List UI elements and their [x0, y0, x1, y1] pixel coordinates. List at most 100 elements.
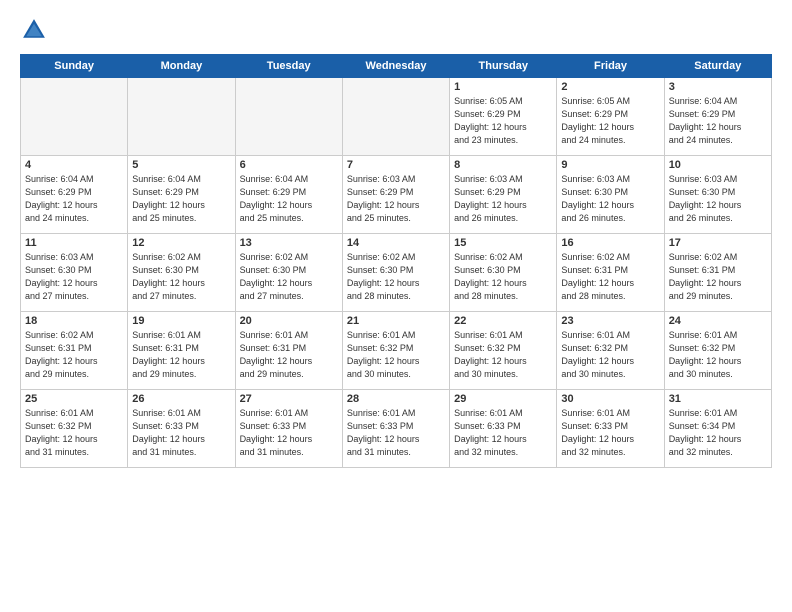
day-number: 15 [454, 237, 552, 249]
calendar-cell: 30 Sunrise: 6:01 AM Sunset: 6:33 PM Dayli… [557, 390, 664, 468]
day-number: 23 [561, 315, 659, 327]
calendar-cell: 15 Sunrise: 6:02 AM Sunset: 6:30 PM Dayli… [450, 234, 557, 312]
logo [20, 16, 52, 44]
page: SundayMondayTuesdayWednesdayThursdayFrid… [0, 0, 792, 612]
day-info: Sunrise: 6:03 AM Sunset: 6:30 PM Dayligh… [669, 173, 767, 225]
day-number: 20 [240, 315, 338, 327]
calendar-cell: 26Sunrise: 6:01 AM Sunset: 6:33 PM Dayli… [128, 390, 235, 468]
calendar-cell: 5Sunrise: 6:04 AM Sunset: 6:29 PM Daylig… [128, 156, 235, 234]
day-info: Sunrise: 6:01 AM Sunset: 6:33 PM Dayligh… [240, 407, 338, 459]
day-number: 13 [240, 237, 338, 249]
weekday-friday: Friday [557, 55, 664, 78]
calendar-week-4: 18 Sunrise: 6:02 AM Sunset: 6:31 PM Dayli… [21, 312, 772, 390]
day-number: 30 [561, 393, 659, 405]
day-info: Sunrise: 6:02 AM Sunset: 6:30 PM Dayligh… [132, 251, 230, 303]
day-info: Sunrise: 6:01 AM Sunset: 6:33 PM Dayligh… [454, 407, 552, 459]
calendar-cell: 24Sunrise: 6:01 AM Sunset: 6:32 PM Dayli… [664, 312, 771, 390]
calendar-cell: 7 Sunrise: 6:03 AM Sunset: 6:29 PM Daylig… [342, 156, 449, 234]
day-info: Sunrise: 6:02 AM Sunset: 6:31 PM Dayligh… [561, 251, 659, 303]
day-info: Sunrise: 6:01 AM Sunset: 6:32 PM Dayligh… [669, 329, 767, 381]
day-info: Sunrise: 6:01 AM Sunset: 6:33 PM Dayligh… [561, 407, 659, 459]
day-info: Sunrise: 6:01 AM Sunset: 6:34 PM Dayligh… [669, 407, 767, 459]
calendar-cell: 18 Sunrise: 6:02 AM Sunset: 6:31 PM Dayli… [21, 312, 128, 390]
day-number: 1 [454, 81, 552, 93]
day-number: 3 [669, 81, 767, 93]
calendar-cell: 12 Sunrise: 6:02 AM Sunset: 6:30 PM Dayli… [128, 234, 235, 312]
day-info: Sunrise: 6:01 AM Sunset: 6:32 PM Dayligh… [561, 329, 659, 381]
day-info: Sunrise: 6:02 AM Sunset: 6:31 PM Dayligh… [25, 329, 123, 381]
day-number: 17 [669, 237, 767, 249]
day-info: Sunrise: 6:01 AM Sunset: 6:31 PM Dayligh… [132, 329, 230, 381]
calendar-cell [235, 78, 342, 156]
day-number: 28 [347, 393, 445, 405]
day-info: Sunrise: 6:05 AM Sunset: 6:29 PM Dayligh… [561, 95, 659, 147]
calendar-cell: 16 Sunrise: 6:02 AM Sunset: 6:31 PM Dayli… [557, 234, 664, 312]
day-info: Sunrise: 6:01 AM Sunset: 6:33 PM Dayligh… [132, 407, 230, 459]
day-number: 22 [454, 315, 552, 327]
weekday-wednesday: Wednesday [342, 55, 449, 78]
day-number: 29 [454, 393, 552, 405]
day-number: 18 [25, 315, 123, 327]
day-number: 7 [347, 159, 445, 171]
calendar-cell: 11 Sunrise: 6:03 AM Sunset: 6:30 PM Dayli… [21, 234, 128, 312]
day-info: Sunrise: 6:03 AM Sunset: 6:29 PM Dayligh… [347, 173, 445, 225]
calendar-cell: 6Sunrise: 6:04 AM Sunset: 6:29 PM Daylig… [235, 156, 342, 234]
day-info: Sunrise: 6:05 AM Sunset: 6:29 PM Dayligh… [454, 95, 552, 147]
calendar-cell: 21 Sunrise: 6:01 AM Sunset: 6:32 PM Dayli… [342, 312, 449, 390]
calendar-cell: 22 Sunrise: 6:01 AM Sunset: 6:32 PM Dayli… [450, 312, 557, 390]
day-info: Sunrise: 6:01 AM Sunset: 6:31 PM Dayligh… [240, 329, 338, 381]
calendar-cell: 2Sunrise: 6:05 AM Sunset: 6:29 PM Daylig… [557, 78, 664, 156]
day-number: 12 [132, 237, 230, 249]
calendar-cell: 29 Sunrise: 6:01 AM Sunset: 6:33 PM Dayli… [450, 390, 557, 468]
calendar-cell: 23 Sunrise: 6:01 AM Sunset: 6:32 PM Dayli… [557, 312, 664, 390]
day-number: 14 [347, 237, 445, 249]
day-info: Sunrise: 6:03 AM Sunset: 6:30 PM Dayligh… [25, 251, 123, 303]
calendar-cell: 3 Sunrise: 6:04 AM Sunset: 6:29 PM Daylig… [664, 78, 771, 156]
day-info: Sunrise: 6:03 AM Sunset: 6:29 PM Dayligh… [454, 173, 552, 225]
day-number: 25 [25, 393, 123, 405]
calendar-cell: 10 Sunrise: 6:03 AM Sunset: 6:30 PM Dayli… [664, 156, 771, 234]
weekday-header-row: SundayMondayTuesdayWednesdayThursdayFrid… [21, 55, 772, 78]
calendar-cell [342, 78, 449, 156]
day-info: Sunrise: 6:02 AM Sunset: 6:31 PM Dayligh… [669, 251, 767, 303]
logo-icon [20, 16, 48, 44]
calendar-cell [128, 78, 235, 156]
calendar-table: SundayMondayTuesdayWednesdayThursdayFrid… [20, 54, 772, 468]
calendar-week-2: 4 Sunrise: 6:04 AM Sunset: 6:29 PM Daylig… [21, 156, 772, 234]
calendar-week-3: 11 Sunrise: 6:03 AM Sunset: 6:30 PM Dayli… [21, 234, 772, 312]
day-number: 21 [347, 315, 445, 327]
day-info: Sunrise: 6:04 AM Sunset: 6:29 PM Dayligh… [669, 95, 767, 147]
day-number: 27 [240, 393, 338, 405]
day-number: 4 [25, 159, 123, 171]
calendar-cell: 14Sunrise: 6:02 AM Sunset: 6:30 PM Dayli… [342, 234, 449, 312]
day-number: 10 [669, 159, 767, 171]
day-number: 19 [132, 315, 230, 327]
day-info: Sunrise: 6:03 AM Sunset: 6:30 PM Dayligh… [561, 173, 659, 225]
calendar-cell: 31 Sunrise: 6:01 AM Sunset: 6:34 PM Dayli… [664, 390, 771, 468]
day-info: Sunrise: 6:01 AM Sunset: 6:32 PM Dayligh… [347, 329, 445, 381]
header [20, 16, 772, 44]
calendar-cell: 4Sunrise: 6:04 AM Sunset: 6:29 PM Daylig… [21, 156, 128, 234]
calendar-cell: 28 Sunrise: 6:01 AM Sunset: 6:33 PM Dayli… [342, 390, 449, 468]
calendar-cell: 19 Sunrise: 6:01 AM Sunset: 6:31 PM Dayli… [128, 312, 235, 390]
day-info: Sunrise: 6:01 AM Sunset: 6:32 PM Dayligh… [25, 407, 123, 459]
day-info: Sunrise: 6:02 AM Sunset: 6:30 PM Dayligh… [454, 251, 552, 303]
weekday-thursday: Thursday [450, 55, 557, 78]
weekday-monday: Monday [128, 55, 235, 78]
weekday-tuesday: Tuesday [235, 55, 342, 78]
day-info: Sunrise: 6:02 AM Sunset: 6:30 PM Dayligh… [240, 251, 338, 303]
day-info: Sunrise: 6:01 AM Sunset: 6:32 PM Dayligh… [454, 329, 552, 381]
day-number: 11 [25, 237, 123, 249]
calendar-cell: 13 Sunrise: 6:02 AM Sunset: 6:30 PM Dayli… [235, 234, 342, 312]
day-number: 31 [669, 393, 767, 405]
day-info: Sunrise: 6:04 AM Sunset: 6:29 PM Dayligh… [240, 173, 338, 225]
calendar-cell: 17 Sunrise: 6:02 AM Sunset: 6:31 PM Dayli… [664, 234, 771, 312]
calendar-cell: 25 Sunrise: 6:01 AM Sunset: 6:32 PM Dayli… [21, 390, 128, 468]
calendar-cell: 20 Sunrise: 6:01 AM Sunset: 6:31 PM Dayli… [235, 312, 342, 390]
calendar-cell: 8Sunrise: 6:03 AM Sunset: 6:29 PM Daylig… [450, 156, 557, 234]
day-info: Sunrise: 6:01 AM Sunset: 6:33 PM Dayligh… [347, 407, 445, 459]
day-number: 9 [561, 159, 659, 171]
day-number: 16 [561, 237, 659, 249]
day-info: Sunrise: 6:04 AM Sunset: 6:29 PM Dayligh… [132, 173, 230, 225]
calendar-cell: 1 Sunrise: 6:05 AM Sunset: 6:29 PM Daylig… [450, 78, 557, 156]
